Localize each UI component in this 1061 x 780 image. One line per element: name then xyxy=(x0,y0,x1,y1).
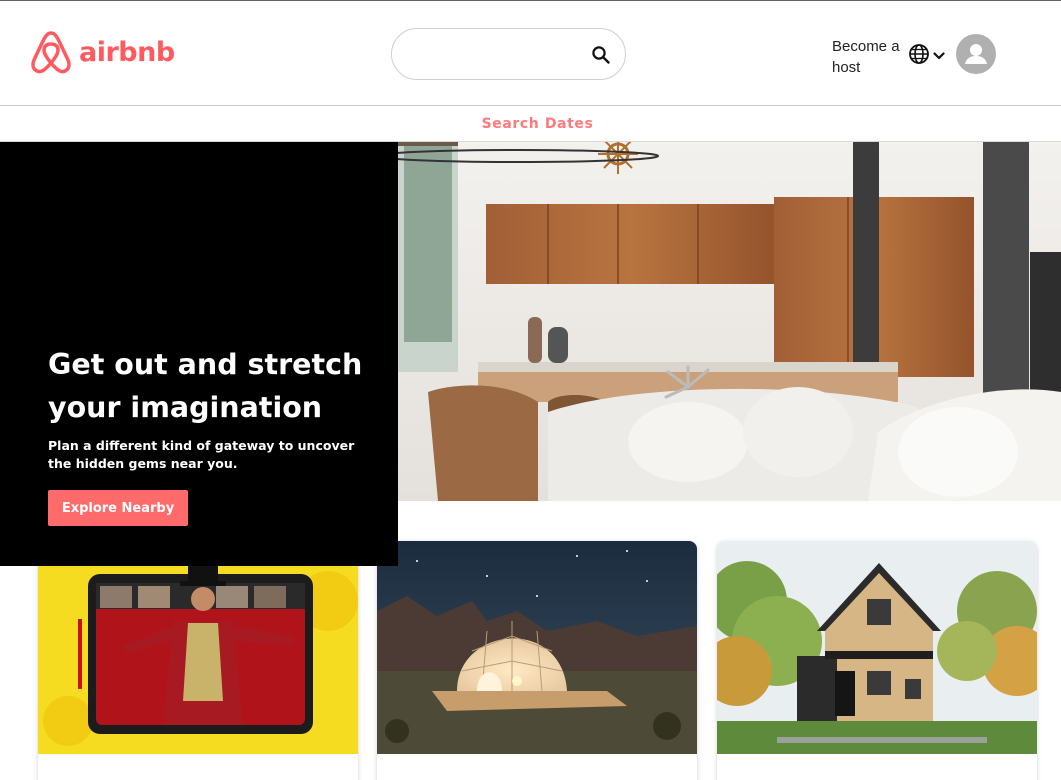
search-bar[interactable] xyxy=(391,28,626,80)
hero-title: Get out and stretch your imagination xyxy=(48,348,363,424)
airbnb-logo[interactable]: airbnb xyxy=(29,29,175,75)
hero-subtitle: Plan a different kind of gateway to unco… xyxy=(48,438,355,471)
search-icon[interactable] xyxy=(589,43,613,67)
top-navigation-bar: airbnb Become a host xyxy=(0,2,1061,106)
explore-nearby-button[interactable]: Explore Nearby xyxy=(48,490,188,526)
chevron-down-icon xyxy=(933,48,945,66)
globe-icon xyxy=(908,43,930,70)
listing-card-1[interactable] xyxy=(38,541,358,780)
search-dates-button[interactable]: Search Dates xyxy=(482,116,594,132)
hero-banner-image xyxy=(398,142,1061,501)
language-selector[interactable] xyxy=(908,43,945,70)
date-search-bar: Search Dates xyxy=(0,106,1061,142)
glamping-dome-image xyxy=(377,541,697,754)
modern-cabin-image xyxy=(717,541,1037,754)
logo-text: airbnb xyxy=(79,36,175,68)
user-avatar-icon[interactable] xyxy=(956,34,996,74)
become-host-link[interactable]: Become a host xyxy=(832,36,912,78)
airbnb-logo-icon xyxy=(29,29,73,75)
listing-card-2[interactable] xyxy=(377,541,697,780)
online-experience-image xyxy=(38,541,358,754)
search-input[interactable] xyxy=(410,41,580,67)
listing-card-3[interactable] xyxy=(717,541,1037,780)
hero-panel: Get out and stretch your imagination Pla… xyxy=(0,142,398,566)
